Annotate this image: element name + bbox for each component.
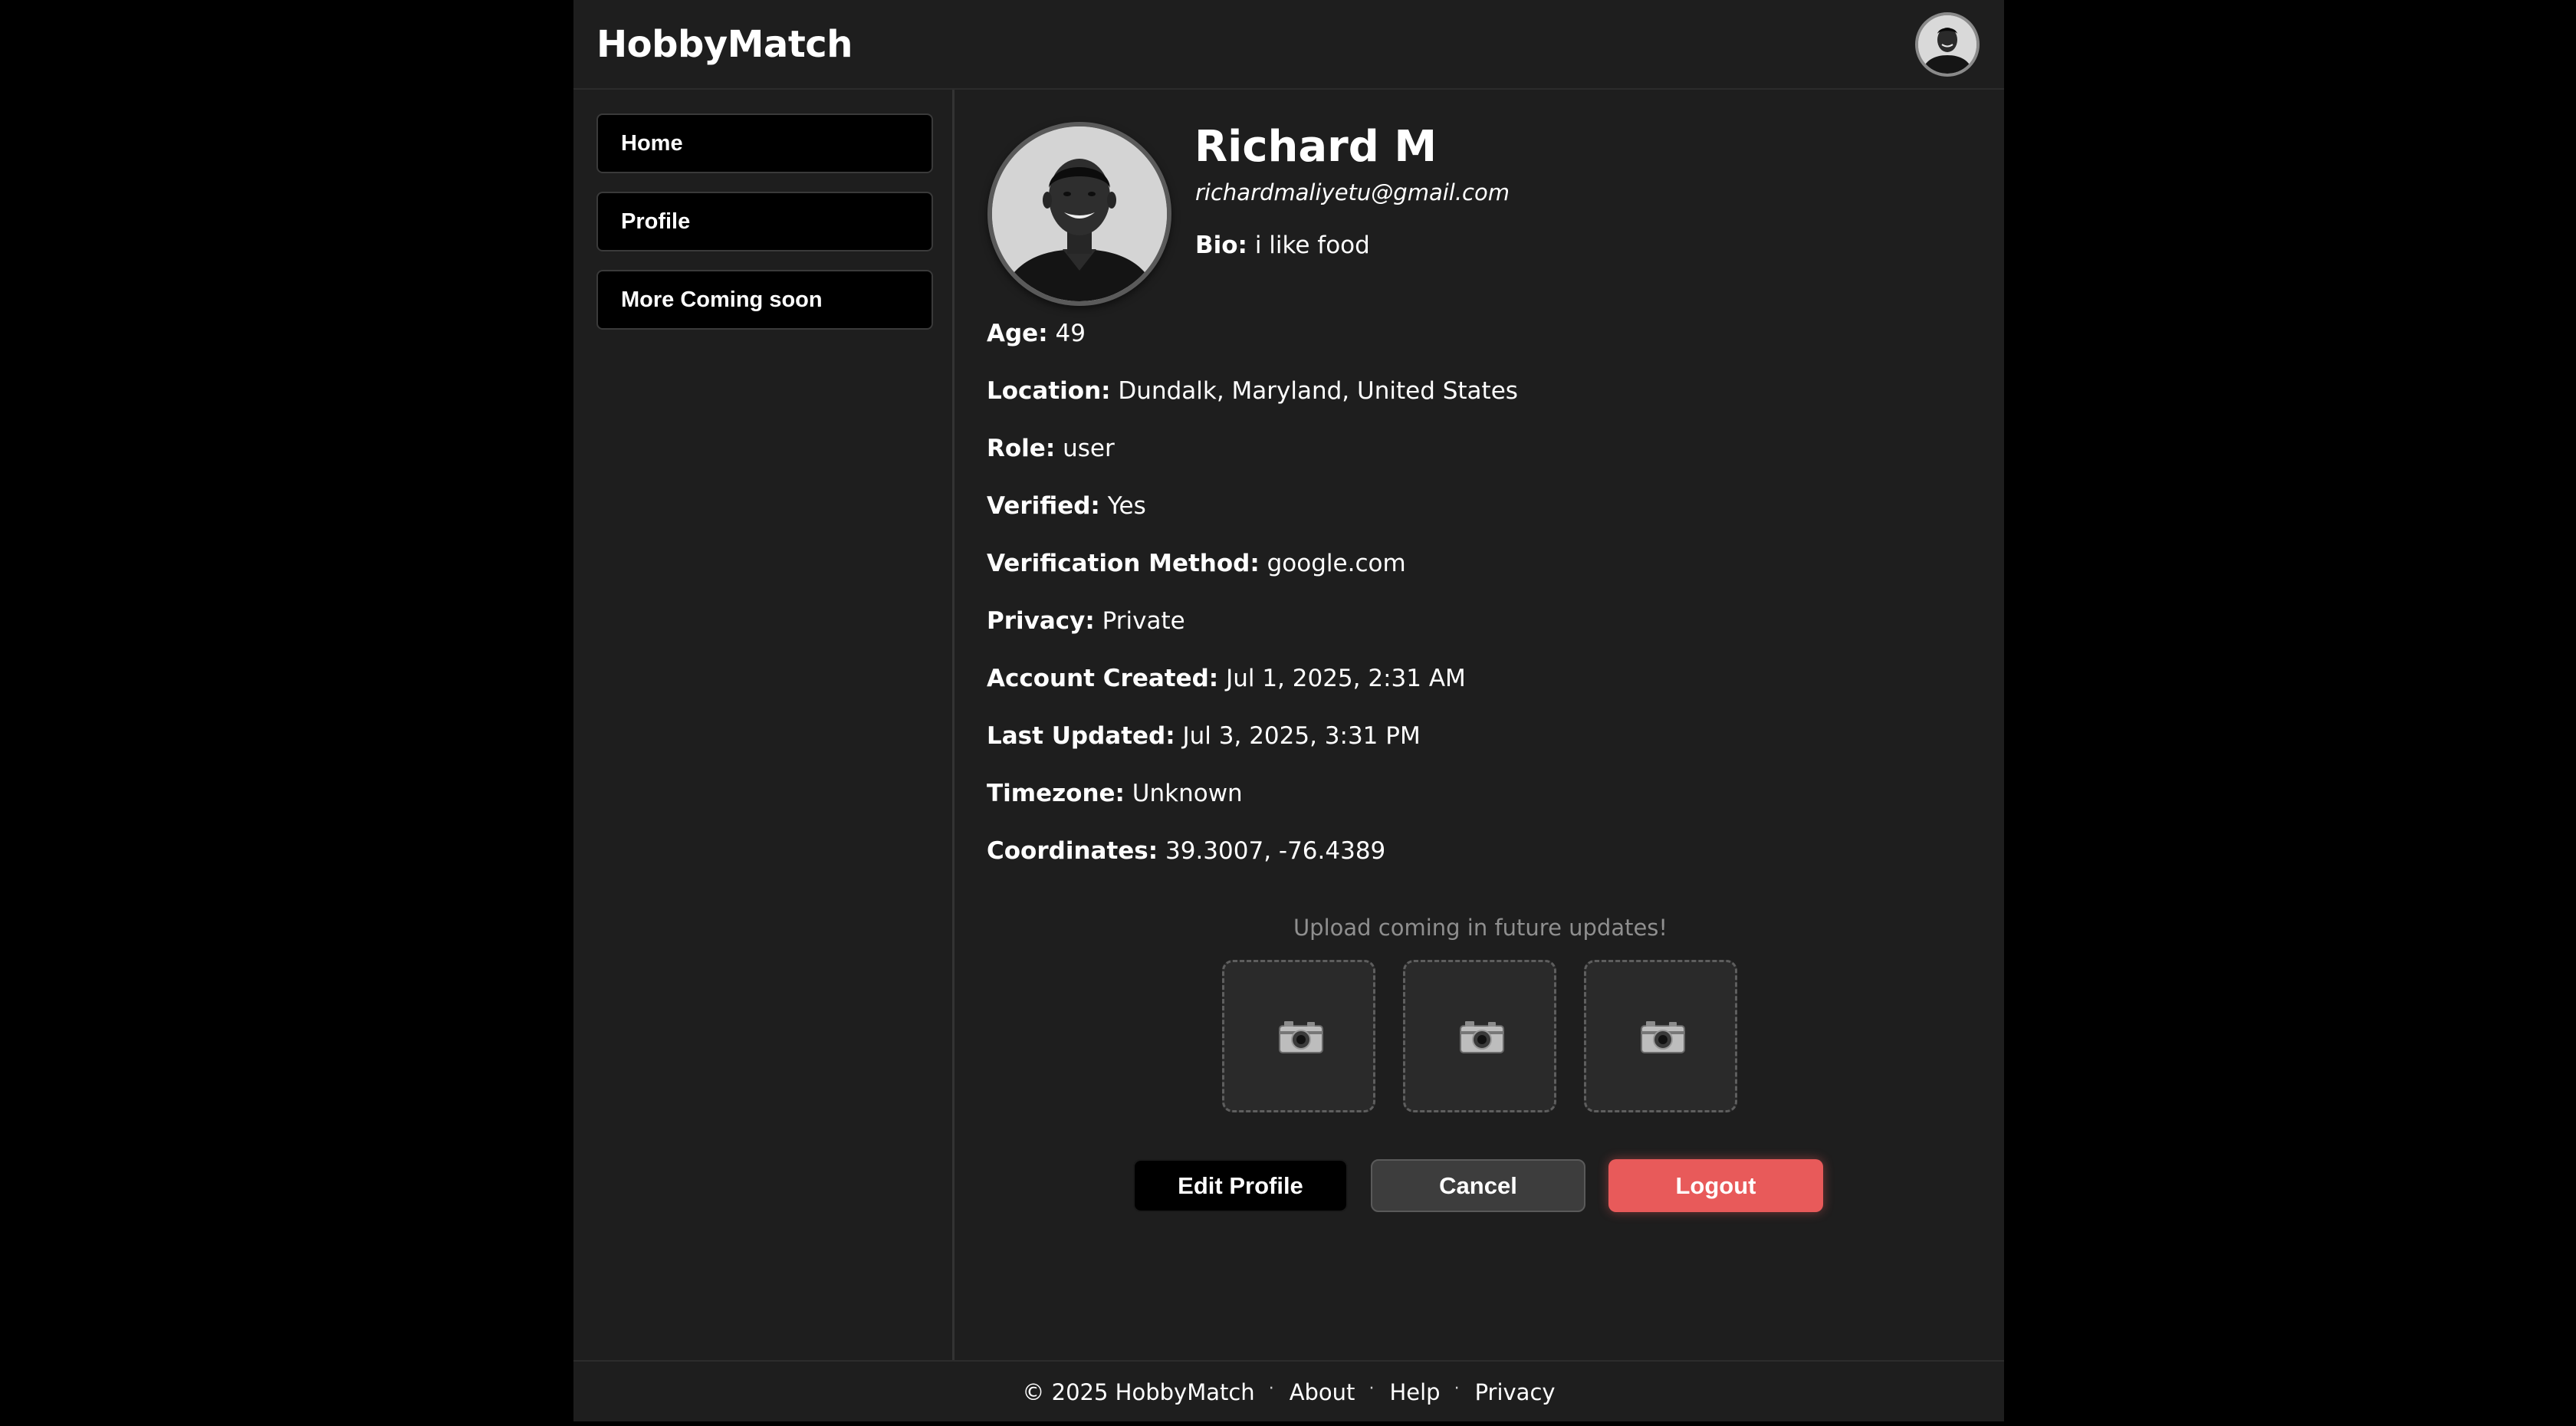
field-value: Private [1102, 607, 1185, 635]
field-verification-method: Verification Method: google.com [987, 547, 1406, 580]
footer-link-help[interactable]: Help [1389, 1379, 1440, 1405]
footer-link-privacy[interactable]: Privacy [1475, 1379, 1556, 1405]
footer: © 2025 HobbyMatch · About · Help · Privacy [573, 1360, 2004, 1421]
field-last-updated: Last Updated: Jul 3, 2025, 3:31 PM [987, 720, 1421, 752]
sidebar-item-profile[interactable]: Profile [596, 192, 933, 251]
sidebar-item-more-coming-soon[interactable]: More Coming soon [596, 270, 933, 330]
field-value: Yes [1107, 492, 1146, 520]
sidebar-item-home[interactable]: Home [596, 113, 933, 173]
field-age: Age: 49 [987, 317, 1086, 350]
field-value: Jul 1, 2025, 2:31 AM [1226, 665, 1466, 692]
field-label: Coordinates: [987, 837, 1158, 865]
footer-copyright: © 2025 HobbyMatch [1022, 1379, 1255, 1405]
field-role: Role: user [987, 432, 1115, 465]
field-timezone: Timezone: Unknown [987, 777, 1243, 810]
field-label: Verification Method: [987, 550, 1260, 577]
footer-separator: · [1268, 1379, 1274, 1398]
photo-slot-3[interactable] [1584, 960, 1737, 1112]
field-value: Unknown [1132, 780, 1243, 807]
footer-separator: · [1454, 1379, 1460, 1398]
field-label: Timezone: [987, 780, 1125, 807]
top-header: HobbyMatch [573, 0, 2004, 90]
camera-icon [1641, 1021, 1685, 1053]
bio-label: Bio: [1195, 232, 1247, 259]
profile-avatar [987, 122, 1171, 306]
field-coordinates: Coordinates: 39.3007, -76.4389 [987, 835, 1385, 867]
field-label: Role: [987, 435, 1056, 462]
field-label: Age: [987, 320, 1048, 347]
field-location: Location: Dundalk, Maryland, United Stat… [987, 375, 1518, 407]
field-value: 49 [1055, 320, 1086, 347]
field-label: Account Created: [987, 665, 1219, 692]
upload-note: Upload coming in future updates! [1293, 915, 1668, 941]
brand-logo[interactable]: HobbyMatch [596, 21, 853, 67]
user-avatar-button[interactable] [1915, 12, 1980, 77]
field-value: 39.3007, -76.4389 [1165, 837, 1386, 865]
field-label: Location: [987, 377, 1111, 405]
cancel-button[interactable]: Cancel [1371, 1159, 1585, 1212]
field-label: Privacy: [987, 607, 1095, 635]
photo-slot-1[interactable] [1222, 960, 1375, 1112]
profile-email: richardmaliyetu@gmail.com [1195, 179, 1510, 205]
sidebar: Home Profile More Coming soon [573, 90, 955, 1360]
profile-photo [992, 127, 1167, 301]
field-privacy: Privacy: Private [987, 605, 1185, 637]
footer-link-about[interactable]: About [1290, 1379, 1355, 1405]
profile-main: Richard M richardmaliyetu@gmail.com Bio:… [957, 90, 2004, 1360]
photo-slot-2[interactable] [1403, 960, 1556, 1112]
field-account-created: Account Created: Jul 1, 2025, 2:31 AM [987, 662, 1466, 695]
camera-icon [1279, 1021, 1323, 1053]
camera-icon [1460, 1021, 1504, 1053]
profile-bio: Bio: i like food [1195, 229, 1370, 261]
edit-profile-button[interactable]: Edit Profile [1133, 1159, 1348, 1212]
footer-separator: · [1368, 1379, 1375, 1398]
field-label: Last Updated: [987, 722, 1175, 750]
avatar-image [1918, 15, 1976, 74]
field-label: Verified: [987, 492, 1100, 520]
logout-button[interactable]: Logout [1608, 1159, 1823, 1212]
field-verified: Verified: Yes [987, 490, 1146, 522]
field-value: google.com [1267, 550, 1406, 577]
profile-name: Richard M [1194, 122, 1438, 172]
field-value: Jul 3, 2025, 3:31 PM [1182, 722, 1421, 750]
field-value: Dundalk, Maryland, United States [1118, 377, 1518, 405]
bio-value: i like food [1254, 232, 1370, 259]
app-frame: HobbyMatch Home Profile More Coming soon [573, 0, 2004, 1421]
field-value: user [1063, 435, 1115, 462]
